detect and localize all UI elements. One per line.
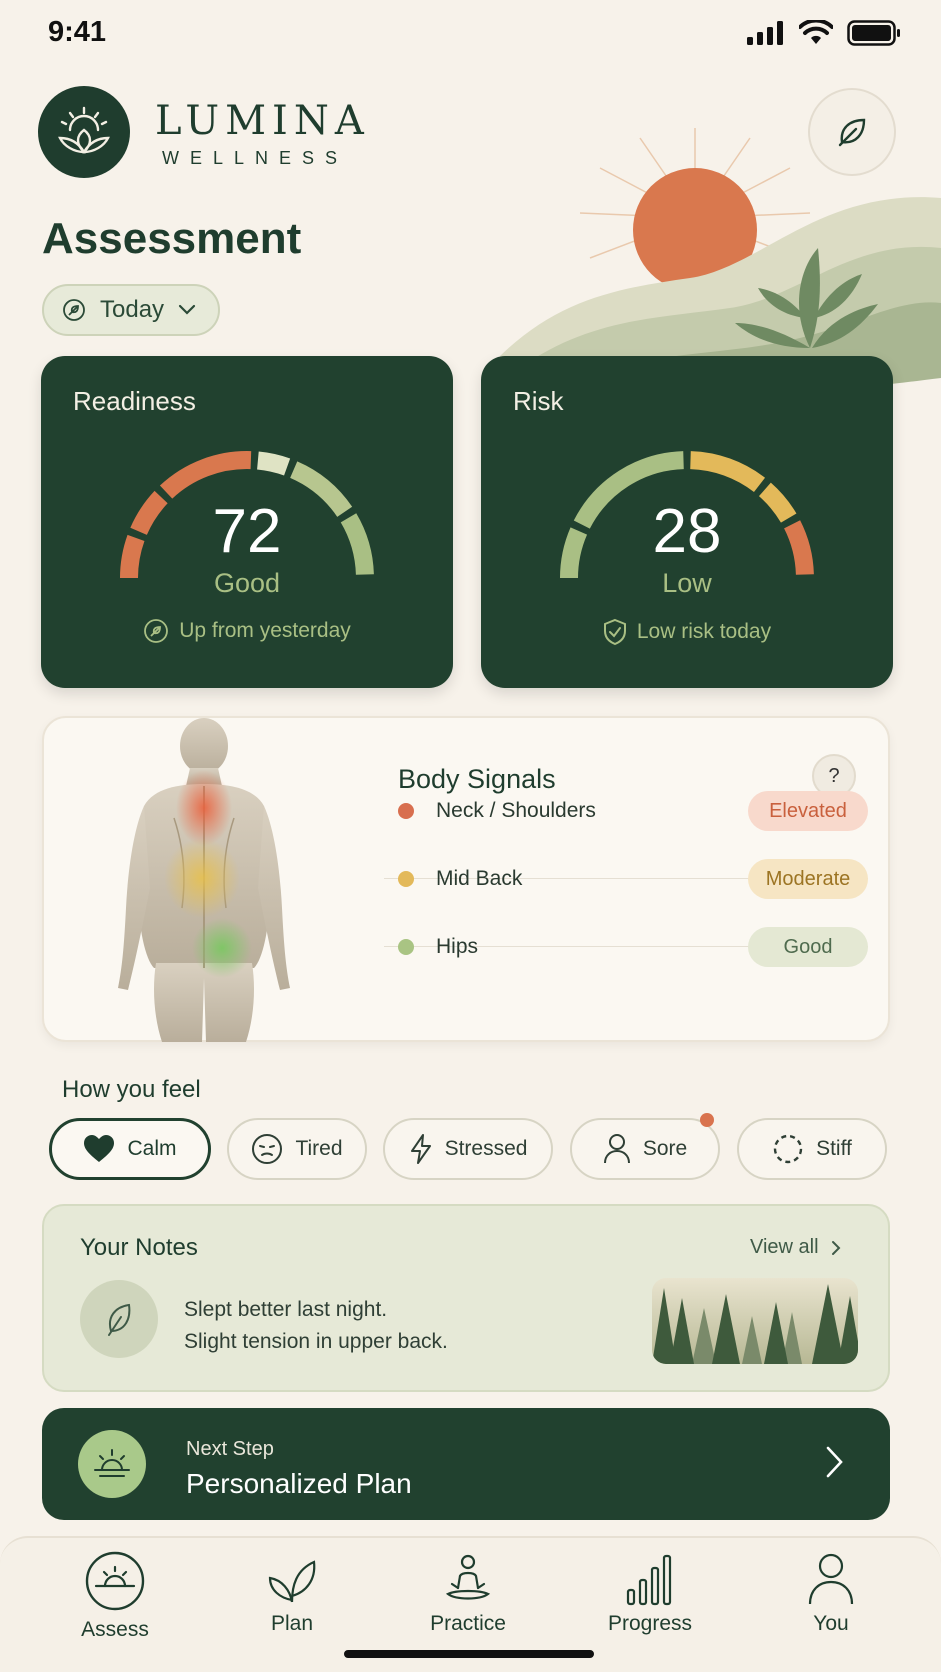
signal-name: Mid Back bbox=[436, 867, 523, 890]
next-step-kicker: Next Step bbox=[186, 1438, 274, 1460]
risk-status: Low bbox=[662, 568, 712, 598]
readiness-score: 72 bbox=[212, 497, 282, 566]
readiness-note: Up from yesterday bbox=[179, 619, 351, 642]
tab-label: Practice bbox=[430, 1612, 506, 1635]
date-filter-dropdown[interactable]: Today bbox=[42, 284, 220, 336]
feel-chip-stressed[interactable]: Stressed bbox=[383, 1118, 553, 1180]
leaf-icon bbox=[108, 1303, 131, 1336]
chip-label: Stiff bbox=[816, 1137, 852, 1160]
leaf-check-icon bbox=[144, 619, 169, 643]
chip-label: Stressed bbox=[444, 1137, 528, 1160]
risk-card[interactable]: Risk 28 Low Low risk today bbox=[481, 356, 893, 688]
chevron-right-icon bbox=[826, 1446, 843, 1478]
page-title: Assessment bbox=[42, 214, 302, 263]
view-all-link[interactable]: View all bbox=[750, 1236, 841, 1259]
logo bbox=[38, 86, 130, 178]
sunrise-icon bbox=[85, 1551, 145, 1611]
chip-label: Calm bbox=[127, 1137, 177, 1160]
feel-chip-tired[interactable]: Tired bbox=[227, 1118, 367, 1180]
risk-label: Risk bbox=[513, 386, 564, 416]
person-icon bbox=[603, 1134, 630, 1164]
tab-practice[interactable]: Practice bbox=[403, 1554, 533, 1636]
forest-image bbox=[652, 1278, 858, 1364]
risk-note: Low risk today bbox=[636, 620, 772, 643]
leaf-icon bbox=[268, 1560, 316, 1603]
battery-icon bbox=[847, 20, 900, 46]
lotus-sun-icon bbox=[58, 106, 110, 154]
feel-chip-calm[interactable]: Calm bbox=[49, 1118, 211, 1180]
brand-name: LUMINA bbox=[155, 98, 370, 144]
notification-dot bbox=[700, 1113, 714, 1127]
leaf-button[interactable] bbox=[808, 88, 896, 176]
meditation-icon bbox=[445, 1554, 491, 1600]
notes-card[interactable]: Your Notes View all Slept better last ni… bbox=[42, 1204, 890, 1392]
signal-row-mid-back[interactable]: Mid Back Moderate bbox=[384, 846, 868, 912]
lightning-icon bbox=[410, 1134, 431, 1164]
readiness-card[interactable]: Readiness 72 Good Up from yesterday bbox=[41, 356, 453, 688]
risk-score: 28 bbox=[652, 497, 722, 566]
signal-row-neck[interactable]: Neck / Shoulders Elevated bbox=[384, 778, 868, 844]
status-dot bbox=[398, 803, 414, 819]
tab-label: Plan bbox=[270, 1612, 314, 1635]
tab-label: You bbox=[813, 1612, 849, 1635]
risk-note-row: Low risk today bbox=[481, 618, 893, 646]
notes-title: Your Notes bbox=[80, 1234, 198, 1261]
chip-label: Sore bbox=[642, 1137, 688, 1160]
signal-row-hips[interactable]: Hips Good bbox=[384, 914, 868, 980]
tab-label: Assess bbox=[81, 1618, 149, 1641]
body-signals-card: Body Signals ? Neck / Shoulders Elevated… bbox=[42, 716, 890, 1042]
date-filter-label: Today bbox=[100, 296, 165, 323]
signal-name: Neck / Shoulders bbox=[436, 799, 596, 822]
status-badge: Good bbox=[748, 927, 868, 967]
gauge-segment bbox=[689, 451, 766, 493]
body-back-illustration bbox=[118, 718, 290, 1042]
status-dot bbox=[398, 939, 414, 955]
readiness-label: Readiness bbox=[73, 386, 196, 416]
tab-label: Progress bbox=[607, 1612, 693, 1635]
heart-icon bbox=[84, 1135, 115, 1162]
next-step-title: Personalized Plan bbox=[186, 1468, 412, 1499]
leaf-icon bbox=[63, 299, 85, 321]
note-line: Slight tension in upper back. bbox=[184, 1330, 448, 1353]
gauge-segment bbox=[256, 451, 291, 476]
signal-name: Hips bbox=[436, 935, 479, 958]
view-all-label: View all bbox=[750, 1236, 819, 1258]
home-indicator bbox=[344, 1650, 594, 1658]
feel-chip-stiff[interactable]: Stiff bbox=[737, 1118, 887, 1180]
brand-subtitle: WELLNESS bbox=[162, 148, 349, 168]
tab-you[interactable]: You bbox=[766, 1552, 896, 1636]
feel-section-title: How you feel bbox=[62, 1076, 201, 1103]
user-icon bbox=[808, 1553, 854, 1605]
next-step-icon-badge bbox=[78, 1430, 146, 1498]
readiness-note-row: Up from yesterday bbox=[41, 618, 453, 644]
readiness-status: Good bbox=[213, 568, 281, 598]
next-step-card[interactable]: Next Step Personalized Plan bbox=[42, 1408, 890, 1520]
chevron-down-icon bbox=[178, 304, 196, 315]
status-icons bbox=[747, 20, 901, 46]
status-time: 9:41 bbox=[48, 16, 107, 48]
dashed-circle-icon bbox=[773, 1134, 803, 1164]
bars-icon bbox=[626, 1554, 672, 1606]
note-avatar bbox=[80, 1280, 158, 1358]
tab-progress[interactable]: Progress bbox=[585, 1552, 715, 1636]
gauge-segment bbox=[159, 451, 252, 499]
note-text: Slept better last night. Slight tension … bbox=[184, 1294, 448, 1358]
wifi-icon bbox=[799, 20, 833, 44]
status-badge: Elevated bbox=[748, 791, 868, 831]
leaf-icon bbox=[838, 118, 866, 147]
status-badge: Moderate bbox=[748, 859, 868, 899]
tab-assess[interactable]: Assess bbox=[50, 1550, 180, 1642]
shield-check-icon bbox=[603, 618, 626, 646]
chip-label: Tired bbox=[295, 1137, 343, 1160]
signal-icon bbox=[747, 21, 783, 45]
chevron-right-icon bbox=[831, 1240, 840, 1255]
note-line: Slept better last night. bbox=[184, 1298, 388, 1321]
sunrise-icon bbox=[94, 1449, 130, 1477]
status-dot bbox=[398, 871, 414, 887]
feel-chip-sore[interactable]: Sore bbox=[570, 1118, 720, 1180]
tab-plan[interactable]: Plan bbox=[227, 1556, 357, 1636]
tired-face-icon bbox=[252, 1134, 283, 1164]
